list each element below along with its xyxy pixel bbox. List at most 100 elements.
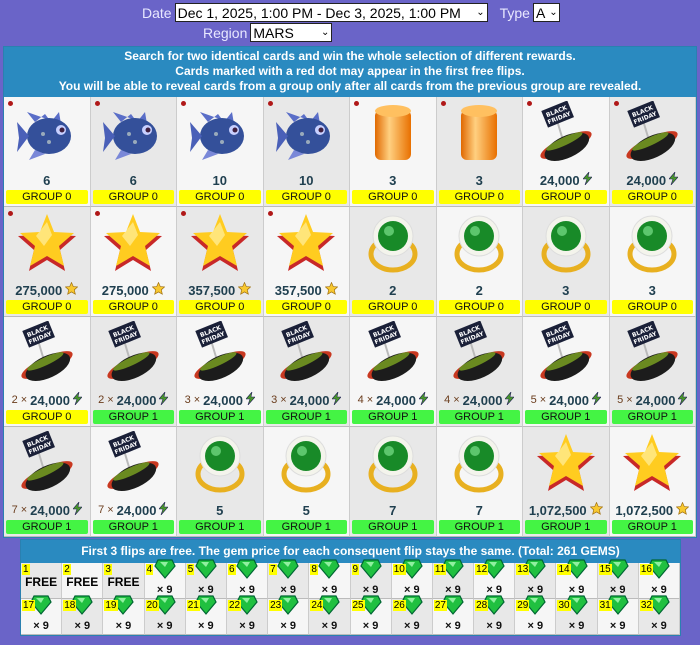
card[interactable]: 2 GROUP 0 xyxy=(350,207,437,317)
card[interactable]: 7 GROUP 1 xyxy=(350,427,437,537)
flip-slot: 7 × 9 xyxy=(268,559,310,599)
hotdog-icon: BLACK FRIDAY xyxy=(4,427,90,501)
card-value: 24,000 xyxy=(626,170,679,189)
card[interactable]: 6 GROUP 0 xyxy=(90,97,177,207)
card[interactable]: BLACK FRIDAY 2 × 24,000 GROUP 1 xyxy=(90,317,177,427)
flip-slot: 25 × 9 xyxy=(350,595,392,635)
free-label: FREE xyxy=(107,575,140,589)
flip-number: 18 xyxy=(63,600,77,611)
flip-number: 10 xyxy=(392,564,406,575)
card-amount: 24,000 xyxy=(116,502,157,518)
card-value: 2 × 24,000 xyxy=(98,390,170,409)
ring-icon xyxy=(610,207,696,281)
type-select[interactable]: A ⌄ xyxy=(532,3,560,22)
ring-icon xyxy=(264,427,350,501)
red-dot-marker xyxy=(94,211,100,216)
card[interactable]: 3 GROUP 0 xyxy=(523,207,610,317)
instructions: Search for two identical cards and win t… xyxy=(4,47,696,97)
red-dot-marker xyxy=(267,211,273,216)
card[interactable]: BLACK FRIDAY 4 × 24,000 GROUP 1 xyxy=(436,317,523,427)
card[interactable]: 357,500 GROUP 0 xyxy=(263,207,350,317)
date-value: Dec 1, 2025, 1:00 PM - Dec 3, 2025, 1:00… xyxy=(177,4,461,21)
flip-slot: 13 × 9 xyxy=(515,559,557,599)
flip-slot: 4 × 9 xyxy=(144,559,186,599)
hotdog-icon: BLACK FRIDAY xyxy=(91,317,177,391)
card[interactable]: BLACK FRIDAY 3 × 24,000 GROUP 1 xyxy=(177,317,264,427)
card[interactable]: 3 GROUP 0 xyxy=(436,97,523,207)
region-select[interactable]: MARS ⌄ xyxy=(250,23,333,42)
group-label: GROUP 0 xyxy=(6,300,88,314)
card-amount: 1,072,500 xyxy=(615,502,674,518)
star-icon xyxy=(177,207,263,281)
flip-number: 29 xyxy=(516,600,530,611)
card[interactable]: BLACK FRIDAY 24,000 GROUP 0 xyxy=(523,97,610,207)
flip-slot: 29 × 9 xyxy=(515,595,557,635)
card[interactable]: 357,500 GROUP 0 xyxy=(177,207,264,317)
flip-number: 22 xyxy=(227,600,242,611)
card-amount: 10 xyxy=(299,172,314,188)
card-value: 7 × 24,000 xyxy=(98,500,170,519)
card-value: 275,000 xyxy=(15,281,79,299)
card[interactable]: BLACK FRIDAY 24,000 GROUP 0 xyxy=(609,97,696,207)
flip-price: × 9 xyxy=(115,620,132,632)
flip-number: 4 xyxy=(145,564,154,575)
type-label: Type xyxy=(499,4,530,21)
flip-price: × 9 xyxy=(445,620,461,632)
red-dot-marker xyxy=(8,211,13,216)
star-icon xyxy=(589,501,604,518)
card[interactable]: 1,072,500 GROUP 1 xyxy=(609,427,696,537)
star-icon xyxy=(151,281,166,298)
card[interactable]: 3 GROUP 0 xyxy=(609,207,696,317)
card[interactable]: 275,000 GROUP 0 xyxy=(90,207,177,317)
card-value: 6 xyxy=(130,171,137,189)
red-dot-marker xyxy=(181,101,186,106)
cylinder-icon xyxy=(350,97,436,171)
hotdog-icon: BLACK FRIDAY xyxy=(91,427,177,501)
card[interactable]: BLACK FRIDAY 4 × 24,000 GROUP 1 xyxy=(350,317,437,427)
card[interactable]: 5 GROUP 1 xyxy=(263,427,350,537)
card[interactable]: 5 GROUP 1 xyxy=(177,427,264,537)
card[interactable]: 1,072,500 GROUP 1 xyxy=(523,427,610,537)
card-multiplier: 3 × xyxy=(184,394,201,406)
card-value: 3 xyxy=(476,171,483,189)
card-value: 6 xyxy=(43,171,50,189)
card[interactable]: 6 GROUP 0 xyxy=(4,97,91,207)
flip-price: × 9 xyxy=(651,620,667,632)
flip-number: 11 xyxy=(433,564,447,575)
flip-slot: 22 × 9 xyxy=(226,595,269,635)
card-amount: 3 xyxy=(648,282,656,298)
card[interactable]: 7 GROUP 1 xyxy=(436,427,523,537)
group-label: GROUP 1 xyxy=(352,410,434,424)
card[interactable]: 10 GROUP 0 xyxy=(263,97,350,207)
flip-price: × 9 xyxy=(280,620,297,632)
fish-icon xyxy=(91,97,177,171)
hotdog-icon: BLACK FRIDAY xyxy=(177,317,263,391)
star-icon xyxy=(4,207,90,281)
hotdog-icon: BLACK FRIDAY xyxy=(4,317,90,391)
group-label: GROUP 0 xyxy=(611,190,693,204)
group-label: GROUP 1 xyxy=(438,520,520,534)
flip-number: 16 xyxy=(639,564,653,575)
flip-price: × 9 xyxy=(527,620,544,632)
flip-slot: 11 × 9 xyxy=(432,559,475,599)
card-value: 3 xyxy=(562,281,569,299)
card-amount: 3 xyxy=(389,172,397,188)
card[interactable]: 275,000 GROUP 0 xyxy=(4,207,91,317)
card[interactable]: BLACK FRIDAY 2 × 24,000 GROUP 0 xyxy=(4,317,91,427)
card[interactable]: 2 GROUP 0 xyxy=(436,207,523,317)
card[interactable]: 10 GROUP 0 xyxy=(177,97,264,207)
card-amount: 24,000 xyxy=(635,392,676,408)
flip-slot: 2 FREE xyxy=(62,563,104,599)
card[interactable]: BLACK FRIDAY 7 × 24,000 GROUP 1 xyxy=(4,427,91,537)
card[interactable]: BLACK FRIDAY 7 × 24,000 GROUP 1 xyxy=(90,427,177,537)
group-label: GROUP 1 xyxy=(352,520,434,534)
card[interactable]: BLACK FRIDAY 5 × 24,000 GROUP 1 xyxy=(609,317,696,427)
instruction-line: Search for two identical cards and win t… xyxy=(124,49,576,63)
card[interactable]: BLACK FRIDAY 5 × 24,000 GROUP 1 xyxy=(523,317,610,427)
hotdog-icon: BLACK FRIDAY xyxy=(264,317,350,391)
fish-icon xyxy=(4,97,90,171)
card[interactable]: BLACK FRIDAY 3 × 24,000 GROUP 1 xyxy=(263,317,350,427)
date-select[interactable]: Dec 1, 2025, 1:00 PM - Dec 3, 2025, 1:00… xyxy=(174,3,488,22)
card[interactable]: 3 GROUP 0 xyxy=(350,97,437,207)
card-multiplier: 5 × xyxy=(530,394,547,406)
